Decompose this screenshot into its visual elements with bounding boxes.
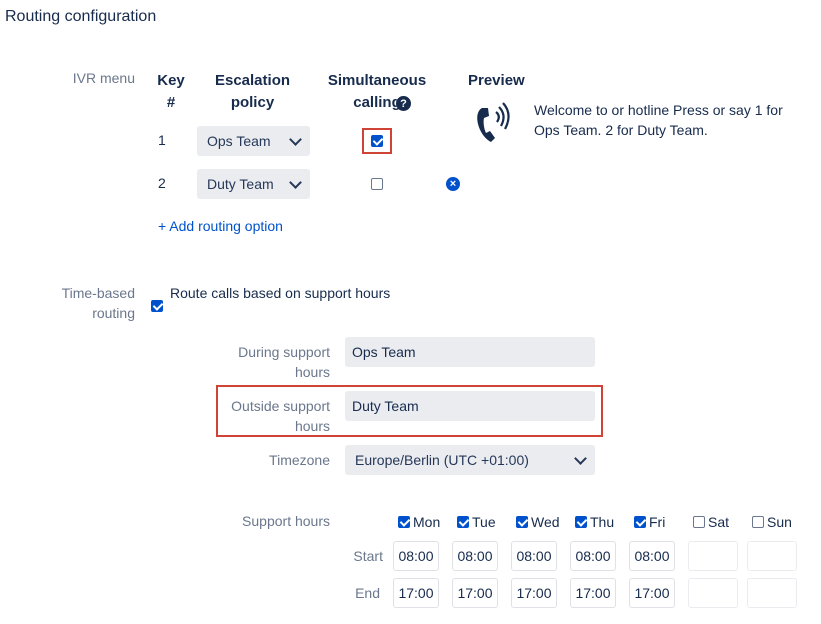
- day-label: Sun: [767, 514, 792, 530]
- escalation-value: Duty Team: [207, 176, 274, 192]
- day-checkbox[interactable]: [516, 516, 528, 528]
- day-toggle-tue[interactable]: Tue: [457, 514, 496, 530]
- day-toggle-sun[interactable]: Sun: [752, 514, 792, 530]
- day-checkbox[interactable]: [575, 516, 587, 528]
- day-label: Tue: [472, 514, 496, 530]
- start-time-input[interactable]: 08:00: [629, 541, 675, 571]
- day-toggle-mon[interactable]: Mon: [398, 514, 440, 530]
- day-checkbox[interactable]: [457, 516, 469, 528]
- day-toggle-wed[interactable]: Wed: [516, 514, 560, 530]
- add-routing-option-link[interactable]: + Add routing option: [158, 218, 283, 234]
- day-checkbox[interactable]: [634, 516, 646, 528]
- simultaneous-checkbox[interactable]: [371, 178, 383, 190]
- end-time-input[interactable]: [747, 578, 797, 608]
- end-time-input[interactable]: 17:00: [452, 578, 498, 608]
- during-hours-field[interactable]: Ops Team: [345, 337, 595, 367]
- option-key: 1: [158, 132, 166, 148]
- day-toggle-thu[interactable]: Thu: [575, 514, 614, 530]
- remove-option-icon[interactable]: ×: [446, 177, 460, 191]
- end-time-input[interactable]: 17:00: [629, 578, 675, 608]
- chevron-down-icon: [574, 451, 587, 465]
- start-label: Start: [353, 548, 383, 564]
- option-key: 2: [158, 175, 166, 191]
- help-icon[interactable]: ?: [396, 96, 411, 111]
- day-label: Sat: [708, 514, 730, 530]
- preview-header: Preview: [468, 72, 525, 89]
- day-checkbox[interactable]: [693, 516, 705, 528]
- simultaneous-checkbox[interactable]: [371, 135, 383, 147]
- phone-icon: [474, 100, 514, 144]
- ivr-menu-label: IVR menu: [72, 70, 135, 86]
- day-checkbox[interactable]: [752, 516, 764, 528]
- escalation-select[interactable]: Duty Team: [197, 169, 310, 199]
- end-label: End: [355, 585, 380, 601]
- preview-text: Welcome to or hotline Press or say 1 for…: [534, 102, 783, 138]
- start-time-input[interactable]: 08:00: [570, 541, 616, 571]
- page-title: Routing configuration: [5, 8, 157, 25]
- support-hours-label: Support hours: [242, 513, 330, 529]
- day-label: Fri: [649, 514, 666, 530]
- time-based-label: Time-based routing: [61, 285, 135, 321]
- during-hours-label: During support hours: [238, 344, 330, 380]
- timezone-select[interactable]: Europe/Berlin (UTC +01:00): [345, 445, 595, 475]
- outside-hours-label: Outside support hours: [231, 398, 330, 434]
- end-time-input[interactable]: 17:00: [393, 578, 439, 608]
- escalation-value: Ops Team: [207, 133, 271, 149]
- simultaneous-header: Simultaneous calling: [327, 72, 427, 111]
- day-checkbox[interactable]: [398, 516, 410, 528]
- end-time-input[interactable]: 17:00: [511, 578, 557, 608]
- escalation-select[interactable]: Ops Team: [197, 126, 310, 156]
- chevron-down-icon: [289, 132, 302, 146]
- outside-hours-field[interactable]: Duty Team: [345, 391, 595, 421]
- end-time-input[interactable]: 17:00: [570, 578, 616, 608]
- start-time-input[interactable]: 08:00: [511, 541, 557, 571]
- day-label: Thu: [590, 514, 615, 530]
- day-toggle-fri[interactable]: Fri: [634, 514, 665, 530]
- start-time-input[interactable]: [688, 541, 738, 571]
- route-by-hours-checkbox[interactable]: [151, 300, 163, 312]
- key-header: Key #: [157, 72, 185, 111]
- day-label: Wed: [531, 514, 560, 530]
- timezone-value: Europe/Berlin (UTC +01:00): [355, 452, 529, 468]
- start-time-input[interactable]: 08:00: [393, 541, 439, 571]
- start-time-input[interactable]: 08:00: [452, 541, 498, 571]
- chevron-down-icon: [289, 175, 302, 189]
- end-time-input[interactable]: [688, 578, 738, 608]
- day-toggle-sat[interactable]: Sat: [693, 514, 729, 530]
- route-by-hours-label: Route calls based on support hours: [170, 285, 391, 301]
- timezone-label: Timezone: [269, 452, 330, 468]
- escalation-header: Escalation policy: [214, 72, 291, 111]
- start-time-input[interactable]: [747, 541, 797, 571]
- day-label: Mon: [413, 514, 441, 530]
